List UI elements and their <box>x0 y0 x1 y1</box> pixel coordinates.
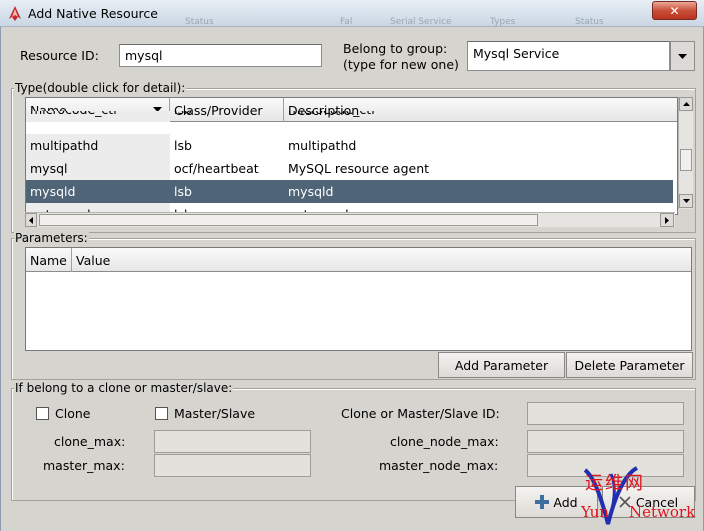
scroll-down-button[interactable] <box>679 194 693 208</box>
table-row-selected[interactable]: mysqld lsb mysqld <box>26 180 673 203</box>
clone-checkbox[interactable] <box>36 407 49 420</box>
parameters-table-header: Name Value <box>26 248 691 272</box>
scroll-right-icon <box>665 216 669 224</box>
horizontal-scroll-thumb[interactable] <box>39 214 538 226</box>
column-header-name[interactable]: Name <box>26 248 72 272</box>
scroll-left-button[interactable] <box>25 213 37 227</box>
group-label-line2: (type for new one) <box>343 57 459 72</box>
column-header-value[interactable]: Value <box>72 248 691 272</box>
background-ghost-text: Serial Service <box>390 17 452 27</box>
add-plus-icon <box>535 495 550 509</box>
table-row[interactable]: mysql ocf/heartbeat MySQL resource agent <box>26 157 677 180</box>
master-max-input[interactable] <box>154 454 311 477</box>
vertical-scroll-thumb[interactable] <box>680 149 692 171</box>
scroll-up-icon <box>682 102 690 106</box>
master-node-max-label: master_node_max: <box>379 458 499 473</box>
clone-max-label: clone_max: <box>54 434 126 449</box>
type-section-title: Type(double click for detail): <box>14 81 187 95</box>
combo-arrow-icon <box>678 53 687 59</box>
clone-id-input[interactable] <box>527 402 684 425</box>
watermark-latin-right: Network <box>629 503 696 521</box>
scroll-left-icon <box>29 216 33 224</box>
clone-id-label: Clone or Master/Slave ID: <box>341 406 500 421</box>
scroll-down-icon <box>682 199 690 203</box>
clone-node-max-input[interactable] <box>527 430 684 453</box>
parameters-table[interactable]: Name Value <box>25 247 692 351</box>
scroll-up-button[interactable] <box>679 97 693 111</box>
resource-id-label: Resource ID: <box>20 48 99 63</box>
heartbeat-app-icon <box>9 6 21 21</box>
group-combo-input[interactable]: Mysql Service <box>467 41 670 71</box>
background-ghost-text: Status <box>185 17 214 27</box>
title-bar[interactable]: Add Native Resource Status Fal Serial Se… <box>0 0 704 27</box>
master-max-label: master_max: <box>43 458 125 473</box>
type-table-horizontal-scrollbar[interactable] <box>25 212 675 227</box>
background-ghost-text: Types <box>490 17 516 27</box>
window-title: Add Native Resource <box>28 6 158 21</box>
delete-parameter-button[interactable]: Delete Parameter <box>566 352 693 378</box>
resource-id-input[interactable]: mysql <box>119 44 322 67</box>
clone-max-input[interactable] <box>154 430 311 453</box>
group-label-line1: Belong to group: <box>343 41 448 56</box>
type-table[interactable]: Name Class/Provider Description microcod… <box>25 97 678 215</box>
close-button[interactable]: ✕ <box>652 1 697 20</box>
parameters-section-title: Parameters: <box>14 231 89 245</box>
background-ghost-text: Fal <box>340 17 353 27</box>
watermark-chinese: 运维网 <box>585 473 645 494</box>
scroll-right-button[interactable] <box>660 213 674 227</box>
dialog-body: Resource ID: mysql Belong to group: (typ… <box>0 27 704 531</box>
type-table-vertical-scrollbar[interactable] <box>678 97 693 209</box>
clone-section-title: If belong to a clone or master/slave: <box>14 381 234 395</box>
add-parameter-button[interactable]: Add Parameter <box>438 352 565 378</box>
clone-node-max-label: clone_node_max: <box>390 434 499 449</box>
background-ghost-text: Status <box>575 17 604 27</box>
watermark-latin-left: Yun <box>581 503 609 521</box>
master-slave-checkbox[interactable] <box>155 407 168 420</box>
close-icon: ✕ <box>669 3 680 18</box>
master-slave-checkbox-label[interactable]: Master/Slave <box>174 406 255 421</box>
table-row[interactable]: multipathd lsb multipathd <box>26 134 677 157</box>
group-combo-dropdown[interactable] <box>670 41 695 71</box>
clone-checkbox-label[interactable]: Clone <box>55 406 90 421</box>
